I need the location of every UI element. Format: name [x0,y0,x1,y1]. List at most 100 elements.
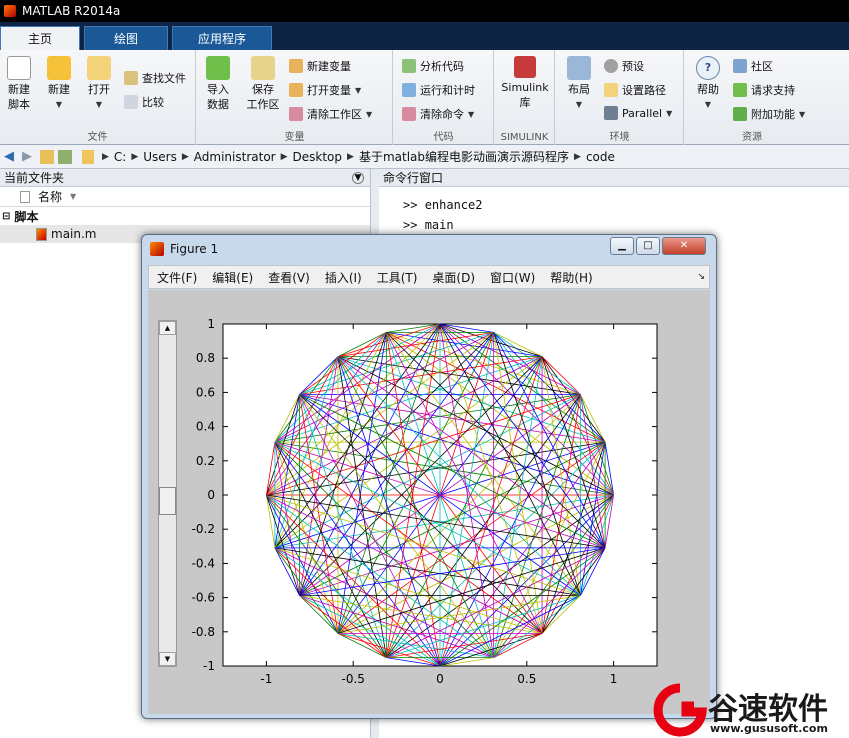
watermark-logo: 谷速软件 www.gususoft.com [652,682,849,738]
dock-arrow-icon[interactable]: ↘ [697,272,705,282]
save-workspace-button[interactable]: 保存 工作区 [243,56,283,112]
figure-window[interactable]: Figure 1 ▁ □ ✕ 文件(F) 编辑(E) 查看(V) 插入(I) 工… [141,234,717,719]
request-support-button[interactable]: 请求支持 [733,82,795,98]
tab-home[interactable]: 主页 [0,26,80,50]
y-tick-label: -0.8 [192,625,215,639]
menu-view[interactable]: 查看(V) [268,269,310,286]
collapse-minus-icon[interactable]: ⊟ [2,211,10,222]
up-folder-icon[interactable] [40,149,54,164]
breadcrumb-administrator[interactable]: Administrator [194,150,276,164]
panel-menu-icon[interactable]: ▼ [352,171,364,184]
back-arrow-icon[interactable]: ◀ [4,149,18,164]
y-tick-label: 1 [207,317,215,331]
parallel-button[interactable]: Parallel ▼ [604,106,672,120]
address-bar: ◀ ▶ ▶ C: ▶ Users ▶ Administrator ▶ Deskt… [0,145,849,169]
help-question-icon: ? [696,56,720,80]
slider-down-arrow-icon[interactable]: ▼ [159,652,176,666]
y-tick-label: 0.8 [196,351,215,365]
breadcrumb-users[interactable]: Users [143,150,177,164]
y-tick-label: -0.4 [192,556,215,570]
x-tick-label: 1 [610,672,618,686]
menu-edit[interactable]: 编辑(E) [212,269,253,286]
import-data-button[interactable]: 导入 数据 [203,56,233,112]
set-path-icon [604,83,618,97]
ribbon: 新建 脚本 新建 ▼ 打开 ▼ 查找文件 比较 文件 导入 数据 保存 工作区 … [0,50,849,145]
command-window-header: 命令行窗口 [379,169,849,187]
new-button[interactable]: 新建 ▼ [44,56,74,112]
preferences-button[interactable]: 预设 [604,58,644,74]
m-file-icon [36,227,47,241]
menu-window[interactable]: 窗口(W) [490,269,535,286]
menu-insert[interactable]: 插入(I) [325,269,362,286]
close-button[interactable]: ✕ [662,237,706,255]
chevron-down-icon: ▼ [355,85,362,95]
new-script-icon [7,56,31,80]
tab-apps[interactable]: 应用程序 [172,26,272,50]
group-scripts-label: 脚本 [14,209,39,224]
clear-commands-button[interactable]: 清除命令 ▼ [402,106,474,122]
path-separator-icon: ▶ [347,151,354,162]
figure-title: Figure 1 [170,242,219,256]
new-script-button[interactable]: 新建 脚本 [4,56,34,112]
path-separator-icon: ▶ [280,151,288,162]
save-workspace-icon [251,56,275,80]
community-button[interactable]: 社区 [733,58,773,74]
compare-button[interactable]: 比较 [124,94,164,110]
find-files-button[interactable]: 查找文件 [124,70,186,86]
menu-tools[interactable]: 工具(T) [377,269,418,286]
breadcrumb-code[interactable]: code [586,150,615,164]
forward-arrow-icon[interactable]: ▶ [22,149,36,164]
group-scripts[interactable]: ⊟ 脚本 [0,207,370,225]
support-icon [733,83,747,97]
vertical-slider[interactable]: ▲ ▼ [158,320,177,667]
slider-thumb[interactable] [159,487,176,515]
minimize-button[interactable]: ▁ [610,237,634,255]
menu-file[interactable]: 文件(F) [157,269,197,286]
run-time-icon [402,83,416,97]
folder-icon [82,149,94,164]
group-caption-resources: 资源 [742,132,762,143]
browse-folder-icon[interactable] [58,149,72,164]
open-button[interactable]: 打开 ▼ [84,56,114,112]
set-path-button[interactable]: 设置路径 [604,82,666,98]
current-folder-header: 当前文件夹 ▼ [0,169,370,187]
clear-commands-icon [402,107,416,121]
command-window-title: 命令行窗口 [383,171,444,185]
layout-icon [567,56,591,80]
sort-arrow-icon[interactable]: ▼ [70,192,76,201]
group-caption-code: 代码 [433,132,454,143]
chevron-down-icon: ▼ [575,100,583,109]
x-tick-label: 0 [436,672,444,686]
tab-plots[interactable]: 绘图 [84,26,168,50]
chevron-down-icon: ▼ [799,109,806,119]
slider-up-arrow-icon[interactable]: ▲ [159,321,176,335]
menu-help[interactable]: 帮助(H) [550,269,592,286]
clear-workspace-button[interactable]: 清除工作区 ▼ [289,106,372,122]
file-name: main.m [51,227,97,241]
breadcrumb-project[interactable]: 基于matlab编程电影动画演示源码程序 [359,148,569,165]
file-type-column-icon[interactable] [20,190,30,203]
breadcrumb-c[interactable]: C: [114,150,126,164]
ribbon-tabbar: 主页 绘图 应用程序 [0,22,849,50]
help-button[interactable]: ? 帮助 ▼ [693,56,723,112]
plot-axes: -1 -0.5 0 0.5 1 1 0.8 0.6 0.4 0.2 0 -0.2 -0.4 -0.6 -0.… [192,317,658,686]
chevron-down-icon: ▼ [55,100,63,109]
run-and-time-button[interactable]: 运行和计时 [402,82,475,98]
group-caption-simulink: SIMULINK [500,132,549,143]
watermark-url: www.gususoft.com [710,722,828,735]
maximize-button[interactable]: □ [636,237,660,255]
y-tick-label: 0.4 [196,420,215,434]
breadcrumb-desktop[interactable]: Desktop [293,150,343,164]
path-separator-icon: ▶ [574,151,581,162]
open-variable-button[interactable]: 打开变量 ▼ [289,82,361,98]
add-ons-button[interactable]: 附加功能 ▼ [733,106,805,122]
simulink-icon [514,56,536,78]
app-titlebar: MATLAB R2014a [0,0,849,22]
name-column-header[interactable]: 名称 [38,188,62,205]
analyze-code-button[interactable]: 分析代码 [402,58,464,74]
menu-desktop[interactable]: 桌面(D) [432,269,475,286]
new-variable-button[interactable]: 新建变量 [289,58,351,74]
layout-button[interactable]: 布局 ▼ [564,56,594,112]
simulink-library-button[interactable]: Simulink 库 [501,56,549,110]
find-files-icon [124,71,138,85]
